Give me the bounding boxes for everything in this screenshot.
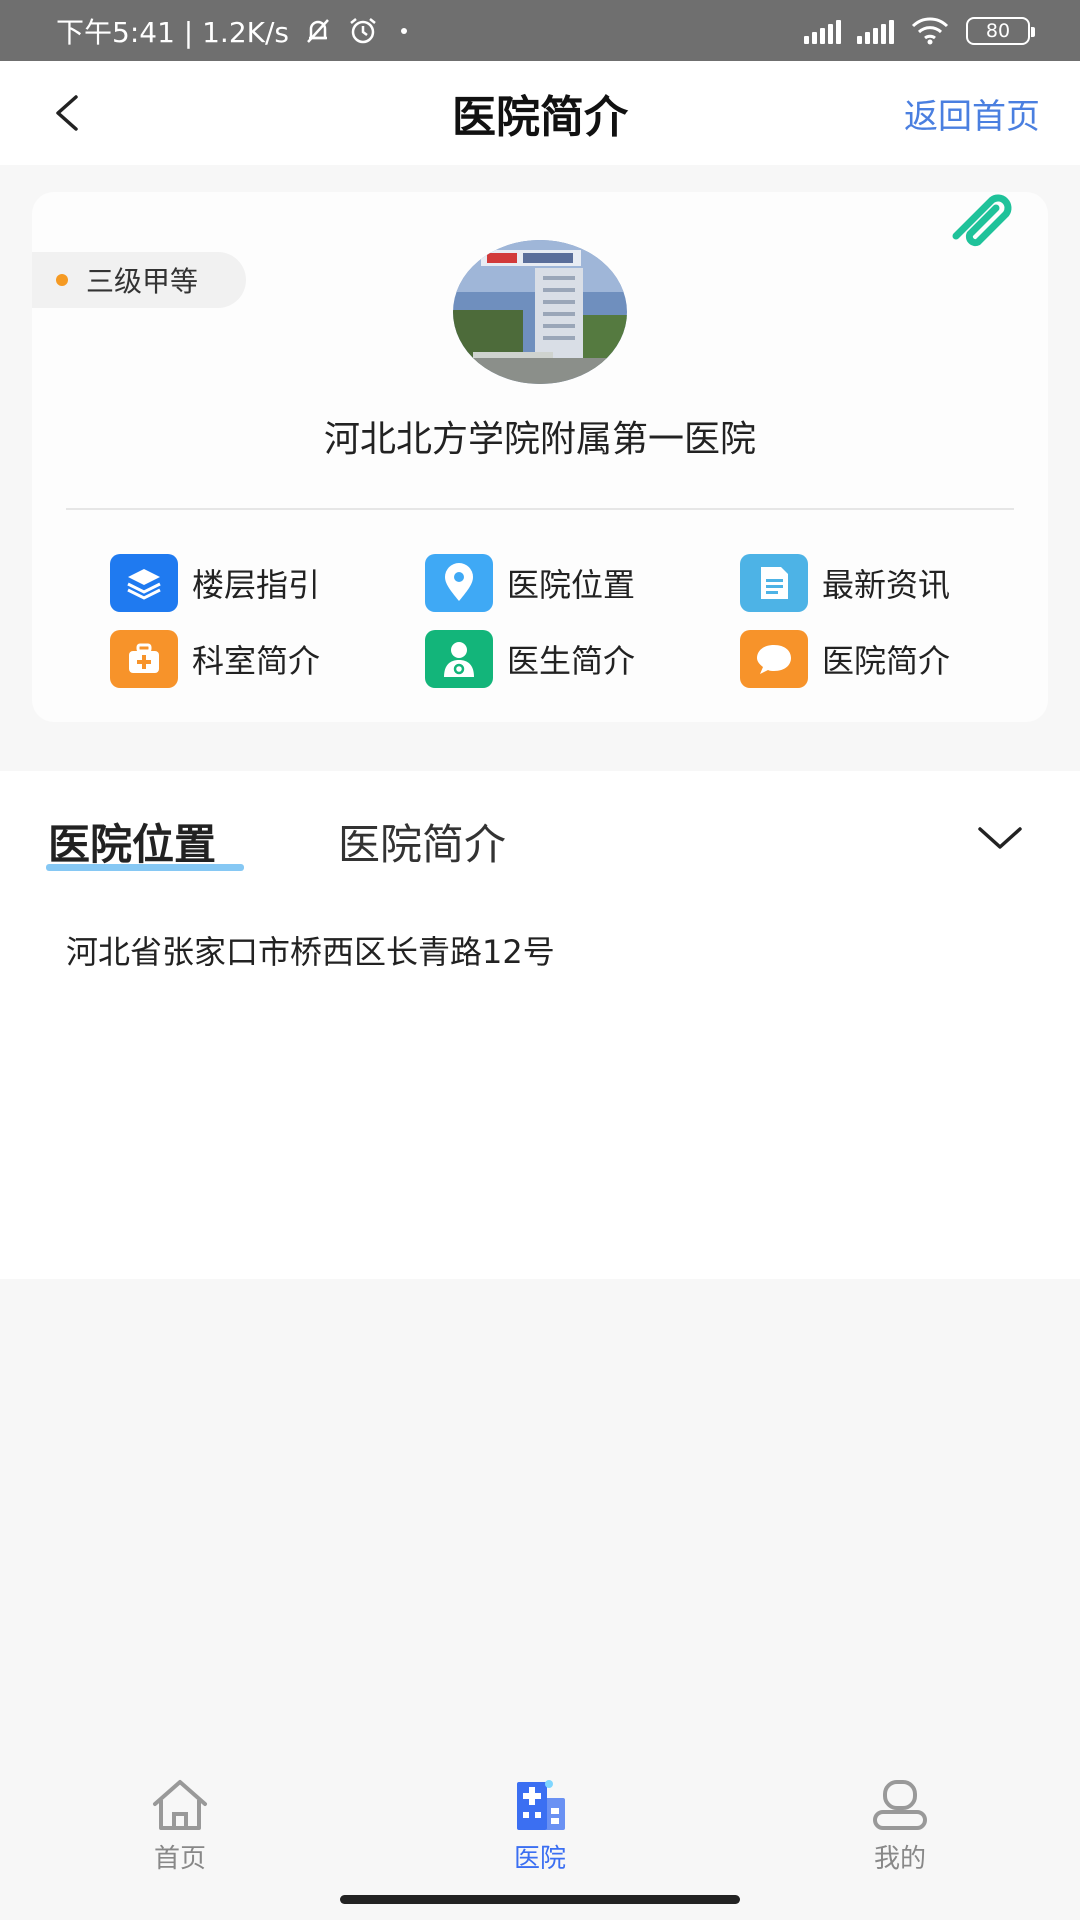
- hospital-name: 河北北方学院附属第一医院: [323, 419, 756, 460]
- feature-label: 最新资讯: [822, 566, 951, 604]
- doctor-icon: [425, 630, 493, 688]
- grade-dot: [56, 274, 68, 286]
- feature-label: 医院简介: [822, 642, 951, 680]
- mute-bell-icon: [307, 18, 329, 43]
- layers-icon: [110, 554, 178, 612]
- page-title: 医院简介: [452, 92, 628, 143]
- active-tab-indicator: [46, 864, 244, 871]
- grade-label: 三级甲等: [86, 265, 199, 298]
- profile-icon: [873, 1780, 927, 1830]
- hospital-grade-badge: 三级甲等: [32, 252, 246, 308]
- top-nav-bar: 医院简介 返回首页: [0, 61, 1080, 165]
- feature-latest-news[interactable]: 最新资讯: [740, 554, 950, 612]
- info-tabs-panel: 医院位置 医院简介 河北省张家口市桥西区长青路12号: [0, 771, 1080, 1279]
- divider: [66, 508, 1014, 510]
- bottom-tab-bar: 首页 医院 我的: [0, 1764, 1080, 1882]
- hospital-address: 河北省张家口市桥西区长青路12号: [66, 933, 555, 971]
- back-arrow-icon[interactable]: [48, 91, 88, 135]
- feature-hospital-intro[interactable]: 医院简介: [740, 630, 950, 688]
- dot-icon: [401, 27, 408, 34]
- location-pin-icon: [425, 554, 493, 612]
- signal-icon: [804, 18, 841, 44]
- battery-icon: 80: [966, 16, 1035, 45]
- feature-floor-guide[interactable]: 楼层指引: [110, 554, 320, 612]
- feature-label: 医生简介: [507, 642, 636, 680]
- feature-department-intro[interactable]: 科室简介: [110, 630, 320, 688]
- hospital-icon: [517, 1780, 565, 1830]
- hospital-logo-image: [453, 240, 627, 384]
- bottom-nav-hospital[interactable]: 医院: [440, 1778, 640, 1875]
- feature-label: 楼层指引: [192, 566, 321, 604]
- home-link[interactable]: 返回首页: [904, 89, 1040, 138]
- feature-hospital-location[interactable]: 医院位置: [425, 554, 635, 612]
- feature-doctor-intro[interactable]: 医生简介: [425, 630, 635, 688]
- status-left: 下午5:41 | 1.2K/s: [56, 11, 408, 51]
- alarm-icon: [350, 17, 376, 43]
- signal-icon: [857, 18, 894, 44]
- home-icon: [153, 1780, 207, 1830]
- chat-bubble-icon: [740, 630, 808, 688]
- chevron-down-icon[interactable]: [976, 823, 1024, 853]
- bottom-nav-label: 我的: [873, 1844, 926, 1874]
- feature-label: 科室简介: [192, 642, 321, 680]
- status-right: 80: [804, 16, 1035, 46]
- home-indicator: [340, 1895, 740, 1904]
- wifi-icon: [911, 16, 949, 44]
- bottom-nav-home[interactable]: 首页: [80, 1778, 280, 1875]
- bottom-nav-mine[interactable]: 我的: [800, 1778, 1000, 1875]
- bottom-nav-label: 医院: [513, 1844, 566, 1874]
- status-time: 下午5:41 | 1.2K/s: [56, 15, 290, 49]
- tab-hospital-location[interactable]: 医院位置: [48, 811, 216, 872]
- medical-kit-icon: [110, 630, 178, 688]
- battery-level: 80: [985, 19, 1011, 42]
- status-bar: 下午5:41 | 1.2K/s 80: [0, 0, 1080, 61]
- paperclip-icon: [952, 194, 1012, 247]
- bottom-nav-label: 首页: [153, 1844, 206, 1874]
- tab-hospital-intro[interactable]: 医院简介: [338, 811, 506, 872]
- feature-label: 医院位置: [507, 566, 636, 604]
- document-icon: [740, 554, 808, 612]
